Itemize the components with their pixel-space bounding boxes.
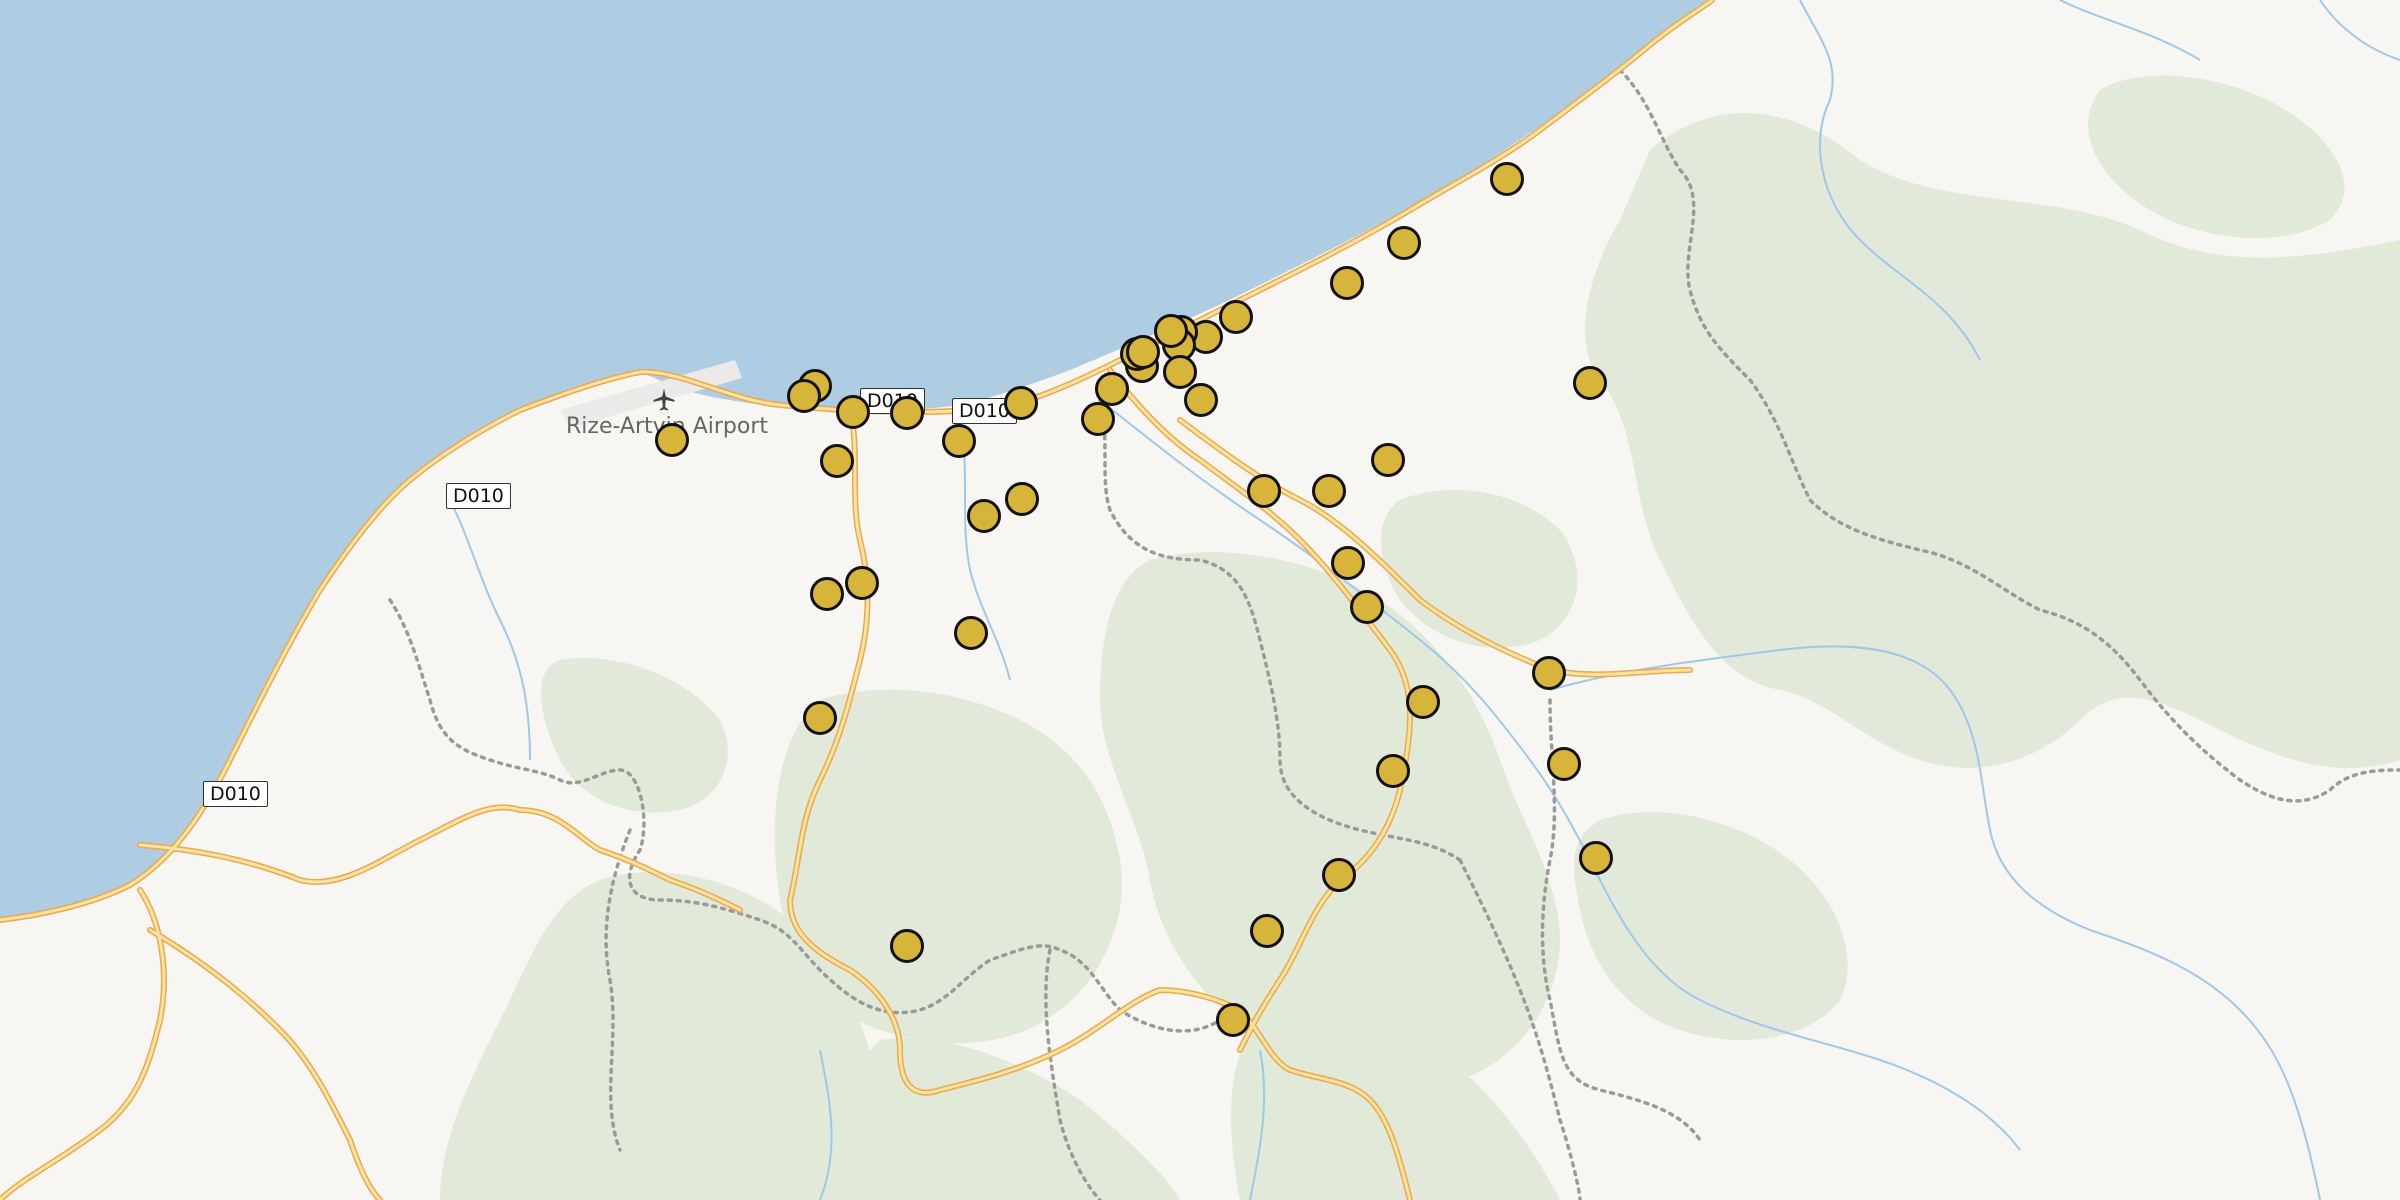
location-marker[interactable] bbox=[845, 566, 879, 600]
location-marker[interactable] bbox=[1406, 685, 1440, 719]
location-marker[interactable] bbox=[1573, 366, 1607, 400]
location-marker[interactable] bbox=[1350, 590, 1384, 624]
location-marker[interactable] bbox=[1322, 858, 1356, 892]
location-marker[interactable] bbox=[942, 424, 976, 458]
location-marker[interactable] bbox=[1163, 355, 1197, 389]
location-marker[interactable] bbox=[1250, 914, 1284, 948]
location-marker[interactable] bbox=[1005, 482, 1039, 516]
location-marker[interactable] bbox=[1312, 474, 1346, 508]
location-marker[interactable] bbox=[836, 395, 870, 429]
airplane-icon bbox=[653, 388, 675, 411]
location-marker[interactable] bbox=[1004, 386, 1038, 420]
location-marker[interactable] bbox=[890, 929, 924, 963]
location-marker[interactable] bbox=[1184, 383, 1218, 417]
location-marker[interactable] bbox=[810, 577, 844, 611]
location-marker[interactable] bbox=[967, 499, 1001, 533]
location-marker[interactable] bbox=[1330, 266, 1364, 300]
location-marker[interactable] bbox=[787, 379, 821, 413]
location-marker[interactable] bbox=[1247, 474, 1281, 508]
location-marker[interactable] bbox=[820, 444, 854, 478]
location-marker[interactable] bbox=[1371, 443, 1405, 477]
location-marker[interactable] bbox=[655, 423, 689, 457]
basemap bbox=[0, 0, 2400, 1200]
location-marker[interactable] bbox=[803, 701, 837, 735]
location-marker[interactable] bbox=[1376, 754, 1410, 788]
location-marker[interactable] bbox=[1490, 162, 1524, 196]
location-marker[interactable] bbox=[1547, 747, 1581, 781]
location-marker[interactable] bbox=[1579, 841, 1613, 875]
location-marker[interactable] bbox=[1154, 314, 1188, 348]
location-marker[interactable] bbox=[1216, 1003, 1250, 1037]
location-marker[interactable] bbox=[1095, 372, 1129, 406]
location-marker[interactable] bbox=[1387, 226, 1421, 260]
location-marker[interactable] bbox=[1219, 300, 1253, 334]
location-marker[interactable] bbox=[1532, 656, 1566, 690]
road-shield: D010 bbox=[446, 483, 511, 509]
location-marker[interactable] bbox=[954, 616, 988, 650]
road-shield: D010 bbox=[203, 781, 268, 807]
location-marker[interactable] bbox=[1331, 546, 1365, 580]
location-marker[interactable] bbox=[890, 396, 924, 430]
map-canvas[interactable]: Rize-Artvin Airport D010 D010 D010 D010 bbox=[0, 0, 2400, 1200]
location-marker[interactable] bbox=[1126, 335, 1160, 369]
location-marker[interactable] bbox=[1081, 402, 1115, 436]
